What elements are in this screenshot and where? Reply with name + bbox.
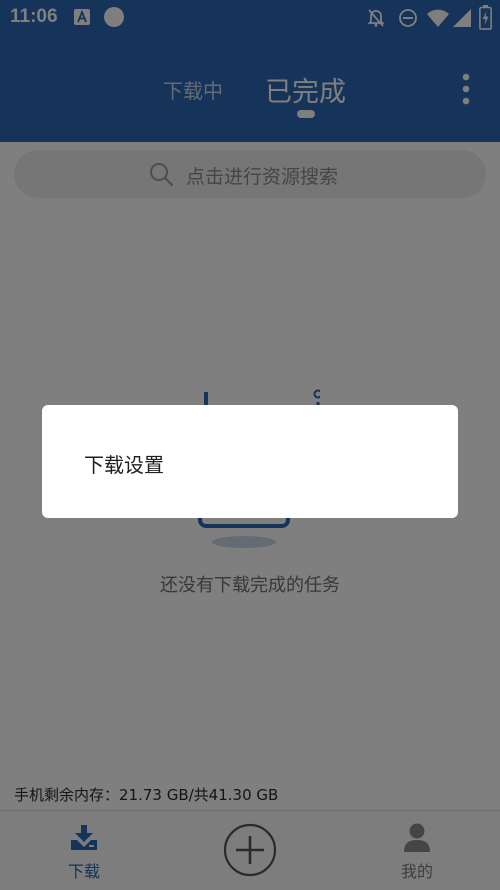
download-settings-option[interactable]: 下载设置 — [84, 449, 164, 478]
settings-dialog: 下载设置 — [42, 405, 458, 518]
